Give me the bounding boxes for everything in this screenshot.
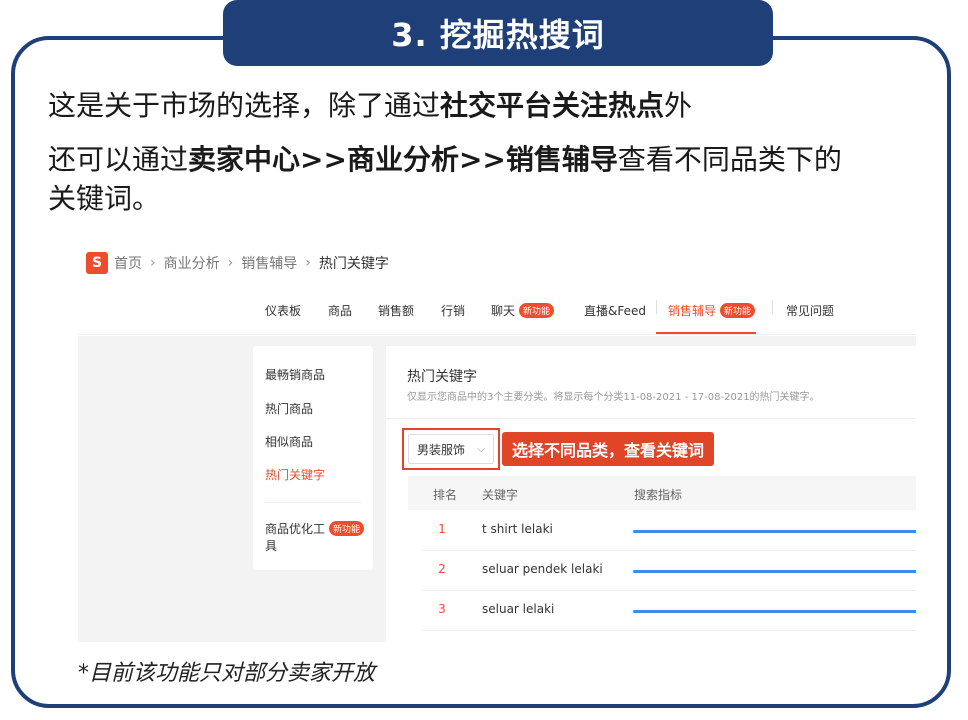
new-feature-badge: 新功能 xyxy=(720,303,756,318)
side-menu: 最畅销商品 热门商品 相似商品 热门关键字 商品优化工 新功能具 xyxy=(253,346,373,570)
side-item-best-sellers[interactable]: 最畅销商品 xyxy=(265,366,325,383)
new-feature-badge: 新功能 xyxy=(519,303,555,318)
nav-divider xyxy=(656,300,657,314)
nav-live-feed[interactable]: 直播&Feed xyxy=(584,302,646,319)
intro-line-2: 还可以通过卖家中心>>商业分析>>销售辅导查看不同品类下的 xyxy=(48,143,842,176)
nav-sales[interactable]: 销售额 xyxy=(378,302,414,319)
row-rank: 1 xyxy=(438,522,446,536)
nav-chat[interactable]: 聊天 新功能 xyxy=(491,302,555,319)
col-rank: 排名 xyxy=(433,488,458,502)
footnote: *目前该功能只对部分卖家开放 xyxy=(78,661,376,686)
intro-line-1: 这是关于市场的选择，除了通过社交平台关注热点外 xyxy=(48,89,693,122)
side-divider xyxy=(265,502,361,503)
shopee-logo-icon: S xyxy=(86,252,108,274)
nav-products[interactable]: 商品 xyxy=(328,302,352,319)
slide-title: 3. 挖掘热搜词 xyxy=(223,0,773,66)
search-index-bar xyxy=(633,610,916,613)
panel-subtitle: 仅显示您商品中的3个主要分类。将显示每个分类11-08-2021 - 17-08… xyxy=(407,392,820,403)
nav-chat-label: 聊天 xyxy=(491,304,516,318)
table-row: 1 t shirt lelaki xyxy=(422,510,916,551)
hot-keywords-panel: 热门关键字 仅显示您商品中的3个主要分类。将显示每个分类11-08-2021 -… xyxy=(386,346,916,642)
side-tool-label-2: 具 xyxy=(265,539,278,553)
col-keyword: 关键字 xyxy=(482,488,519,502)
col-search-index: 搜索指标 xyxy=(634,488,683,502)
nav-sales-coaching-label: 销售辅导 xyxy=(668,304,717,318)
breadcrumb-sales-coaching[interactable]: 销售辅导 xyxy=(241,253,297,273)
nav-marketing[interactable]: 行销 xyxy=(441,302,465,319)
row-keyword: seluar pendek lelaki xyxy=(482,562,603,576)
table-row: 2 seluar pendek lelaki xyxy=(422,550,916,591)
side-item-similar-products[interactable]: 相似商品 xyxy=(265,433,313,450)
intro-line-3: 关键词。 xyxy=(48,182,161,215)
callout-label: 选择不同品类，查看关键词 xyxy=(502,432,715,466)
breadcrumb-current: 热门关键字 xyxy=(318,256,389,272)
breadcrumb-business-analysis[interactable]: 商业分析 xyxy=(164,253,220,273)
nav-sales-coaching[interactable]: 销售辅导 新功能 xyxy=(668,302,756,319)
search-index-bar xyxy=(633,530,916,533)
nav-dashboard[interactable]: 仪表板 xyxy=(265,302,301,319)
chevron-right-icon: › xyxy=(305,255,311,271)
new-feature-badge: 新功能 xyxy=(329,521,365,536)
active-tab-underline xyxy=(656,332,756,334)
top-nav: 仪表板 商品 销售额 行销 聊天 新功能 直播&Feed 销售辅导 新功能 常见问题 xyxy=(78,288,916,335)
row-keyword: seluar lelaki xyxy=(482,602,555,616)
search-index-bar xyxy=(633,570,916,573)
row-rank: 2 xyxy=(438,562,446,576)
panel-divider xyxy=(386,418,916,419)
panel-title: 热门关键字 xyxy=(407,369,477,385)
breadcrumb-home[interactable]: 首页 xyxy=(114,253,142,273)
nav-faq[interactable]: 常见问题 xyxy=(786,302,834,319)
chevron-right-icon: › xyxy=(150,255,156,271)
row-keyword: t shirt lelaki xyxy=(482,522,553,536)
nav-divider xyxy=(772,300,773,314)
row-rank: 3 xyxy=(438,602,446,616)
side-item-hot-keywords[interactable]: 热门关键字 xyxy=(265,466,325,483)
table-row: 3 seluar lelaki xyxy=(422,590,916,631)
dropdown-highlight xyxy=(402,428,500,470)
side-item-optimization-tool[interactable]: 商品优化工 新功能具 xyxy=(265,520,365,554)
chevron-right-icon: › xyxy=(227,255,234,271)
breadcrumb: S 首页 › 商业分析 › 销售辅导 › 热门关键字 xyxy=(86,248,389,278)
seller-center-screenshot: S 首页 › 商业分析 › 销售辅导 › 热门关键字 仪表板 商品 销售额 行销… xyxy=(78,240,916,642)
side-tool-label: 商品优化工 xyxy=(265,522,326,536)
side-item-hot-products[interactable]: 热门商品 xyxy=(265,400,313,417)
table-header: 排名 关键字 搜索指标 xyxy=(408,476,916,510)
